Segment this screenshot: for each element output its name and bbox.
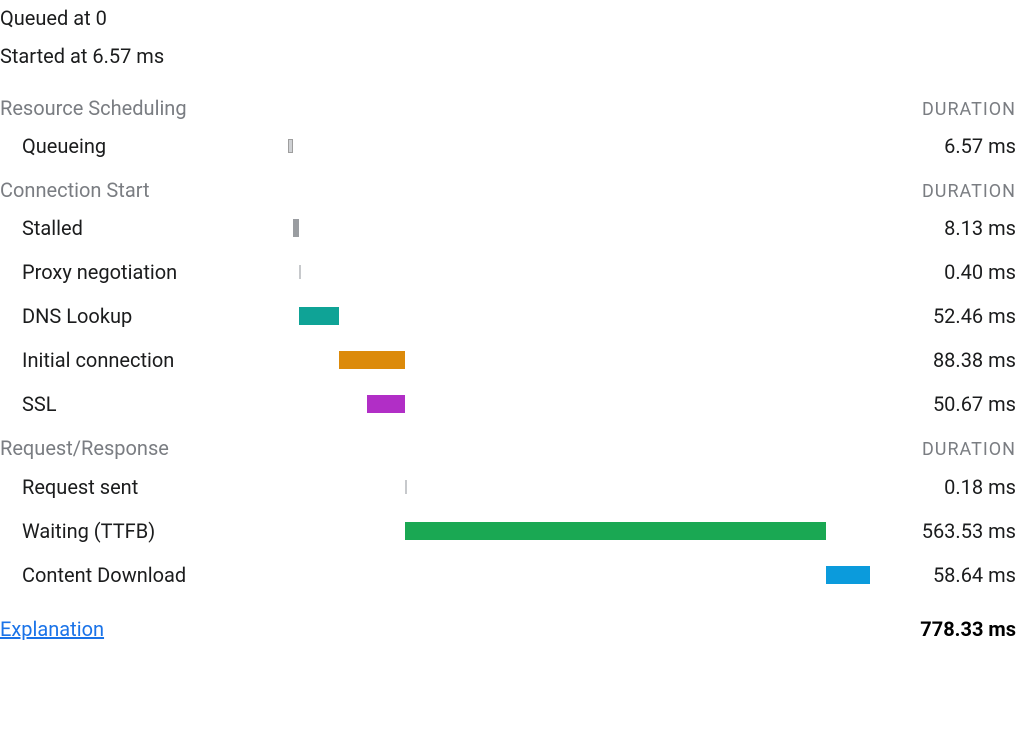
timing-bar-cell <box>288 564 870 586</box>
phase-label: DNS Lookup <box>0 302 288 330</box>
timing-bar-cell <box>288 393 870 415</box>
section-header: Resource Scheduling DURATION <box>0 94 1016 122</box>
section-title: Request/Response <box>0 434 169 462</box>
timing-bar-cell <box>288 305 870 327</box>
timing-bar <box>299 307 338 325</box>
duration-column-label: DURATION <box>922 437 1016 462</box>
duration-column-label: DURATION <box>922 179 1016 204</box>
phase-label: Request sent <box>0 473 288 501</box>
timing-bar-cell <box>288 261 870 283</box>
phase-label: Queueing <box>0 132 288 160</box>
phase-duration: 563.53 ms <box>870 517 1018 545</box>
timing-bar <box>339 351 405 369</box>
timing-bar <box>405 522 826 540</box>
timing-bar-cell <box>288 217 870 239</box>
section-title: Resource Scheduling <box>0 94 187 122</box>
phase-label: Proxy negotiation <box>0 258 288 286</box>
duration-column-label: DURATION <box>922 97 1016 122</box>
timing-bar <box>299 265 301 279</box>
phase-duration: 52.46 ms <box>870 302 1018 330</box>
section-title: Connection Start <box>0 176 150 204</box>
phase-duration: 0.40 ms <box>870 258 1018 286</box>
phase-label: SSL <box>0 390 288 418</box>
total-duration: 778.33 ms <box>920 615 1016 643</box>
timing-grid: Stalled 8.13 ms Proxy negotiation 0.40 ms DN… <box>0 214 1016 418</box>
timing-bar <box>826 566 870 584</box>
timing-bar-cell <box>288 476 870 498</box>
timing-bar-cell <box>288 349 870 371</box>
timing-section: Connection Start DURATION Stalled 8.13 ms Pr… <box>0 176 1016 418</box>
timing-bar <box>288 139 293 153</box>
phase-label: Initial connection <box>0 346 288 374</box>
timing-section: Resource Scheduling DURATION Queueing 6.57 … <box>0 94 1016 160</box>
timing-bar-cell <box>288 520 870 542</box>
timing-bar <box>367 395 405 413</box>
section-header: Connection Start DURATION <box>0 176 1016 204</box>
phase-duration: 58.64 ms <box>870 561 1018 589</box>
phase-duration: 88.38 ms <box>870 346 1018 374</box>
phase-duration: 50.67 ms <box>870 390 1018 418</box>
queued-at-text: Queued at 0 <box>0 4 1016 32</box>
timing-bar <box>405 480 407 494</box>
phase-duration: 6.57 ms <box>870 132 1018 160</box>
timing-bar <box>293 219 299 237</box>
timing-section: Request/Response DURATION Request sent 0.18… <box>0 434 1016 588</box>
phase-duration: 0.18 ms <box>870 473 1018 501</box>
phase-duration: 8.13 ms <box>870 214 1018 242</box>
section-header: Request/Response DURATION <box>0 434 1016 462</box>
phase-label: Content Download <box>0 561 288 589</box>
phase-label: Stalled <box>0 214 288 242</box>
started-at-text: Started at 6.57 ms <box>0 42 1016 70</box>
timing-bar-cell <box>288 135 870 157</box>
timing-grid: Queueing 6.57 ms <box>0 132 1016 160</box>
timing-grid: Request sent 0.18 ms Waiting (TTFB) 563.53 … <box>0 473 1016 589</box>
phase-label: Waiting (TTFB) <box>0 517 288 545</box>
explanation-link[interactable]: Explanation <box>0 615 104 643</box>
